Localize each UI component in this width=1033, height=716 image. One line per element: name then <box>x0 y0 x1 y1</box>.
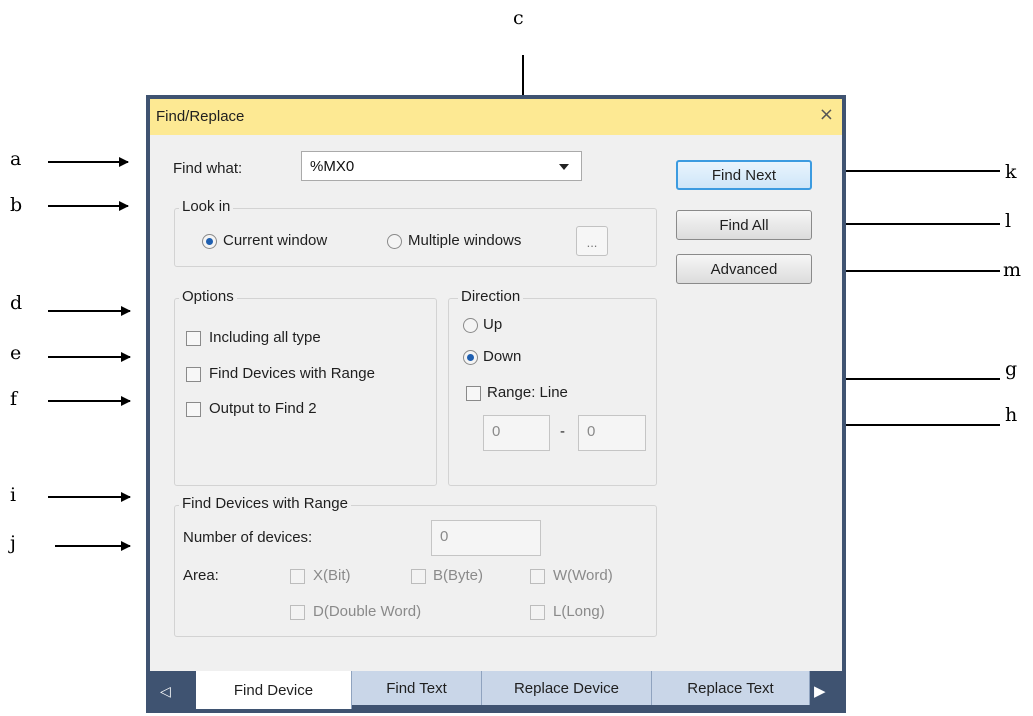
tab-replace-text[interactable]: Replace Text <box>652 671 810 705</box>
find-replace-dialog: Find/Replace × Find what: %MX0 Look in C… <box>146 95 846 713</box>
annotation-j: j <box>10 532 16 554</box>
tab-find-text[interactable]: Find Text <box>352 671 482 705</box>
number-of-devices-field[interactable]: 0 <box>431 520 541 556</box>
direction-down-radio[interactable] <box>463 350 478 365</box>
options-title: Options <box>179 288 237 305</box>
find-what-label: Find what: <box>173 160 243 177</box>
tab-find-device[interactable]: Find Device <box>196 671 352 709</box>
annotation-e: e <box>10 342 22 364</box>
close-icon[interactable]: × <box>819 104 834 125</box>
scroll-left-icon[interactable]: ◁ <box>160 684 171 700</box>
annotation-g: g <box>1005 358 1018 380</box>
find-what-combo[interactable]: %MX0 <box>301 151 582 181</box>
scroll-right-icon[interactable]: ▶ <box>814 682 826 700</box>
annotation-i: i <box>10 484 17 506</box>
range-to-field[interactable]: 0 <box>578 415 646 451</box>
annotation-h: h <box>1005 404 1018 426</box>
number-of-devices-label: Number of devices: <box>183 529 313 546</box>
d-double-word-label[interactable]: D(Double Word) <box>313 603 421 620</box>
tab-strip: ◁ Find Device Find Text Replace Device R… <box>150 671 842 709</box>
find-all-button[interactable]: Find All <box>676 210 812 240</box>
annotation-l: l <box>1005 210 1012 232</box>
annotation-k: k <box>1005 161 1017 183</box>
find-devices-with-range-checkbox[interactable] <box>186 367 201 382</box>
x-bit-label[interactable]: X(Bit) <box>313 567 351 584</box>
annotation-b: b <box>10 194 23 216</box>
current-window-label[interactable]: Current window <box>223 232 327 249</box>
find-devices-with-range-label[interactable]: Find Devices with Range <box>209 365 375 382</box>
area-label: Area: <box>183 567 219 584</box>
direction-up-label[interactable]: Up <box>483 316 502 333</box>
range-line-checkbox[interactable] <box>466 386 481 401</box>
direction-up-radio[interactable] <box>463 318 478 333</box>
annotation-f: f <box>10 388 18 410</box>
chevron-down-icon[interactable] <box>559 164 569 170</box>
b-byte-label[interactable]: B(Byte) <box>433 567 483 584</box>
l-long-label[interactable]: L(Long) <box>553 603 605 620</box>
including-all-type-label[interactable]: Including all type <box>209 329 321 346</box>
range-to-value: 0 <box>587 423 596 440</box>
range-from-value: 0 <box>492 423 501 440</box>
advanced-button[interactable]: Advanced <box>676 254 812 284</box>
output-to-find2-checkbox[interactable] <box>186 402 201 417</box>
find-next-button[interactable]: Find Next <box>676 160 812 190</box>
find-what-value: %MX0 <box>310 158 355 175</box>
output-to-find2-label[interactable]: Output to Find 2 <box>209 400 317 417</box>
w-word-label[interactable]: W(Word) <box>553 567 613 584</box>
w-word-checkbox[interactable] <box>530 569 545 584</box>
annotation-m: m <box>1003 259 1022 281</box>
b-byte-checkbox[interactable] <box>411 569 426 584</box>
range-dash: - <box>560 423 565 440</box>
browse-windows-button[interactable]: ... <box>576 226 608 256</box>
l-long-checkbox[interactable] <box>530 605 545 620</box>
dialog-title: Find/Replace <box>156 108 245 125</box>
multiple-windows-radio[interactable] <box>387 234 402 249</box>
x-bit-checkbox[interactable] <box>290 569 305 584</box>
number-of-devices-value: 0 <box>440 528 449 545</box>
tab-replace-device[interactable]: Replace Device <box>482 671 652 705</box>
range-line-label[interactable]: Range: Line <box>487 384 568 401</box>
d-double-word-checkbox[interactable] <box>290 605 305 620</box>
direction-down-label[interactable]: Down <box>483 348 521 365</box>
dialog-body: Find what: %MX0 Look in Current window M… <box>150 135 842 671</box>
including-all-type-checkbox[interactable] <box>186 331 201 346</box>
annotation-d: d <box>10 292 23 314</box>
direction-title: Direction <box>458 288 524 305</box>
annotation-c: c <box>513 7 524 29</box>
title-bar[interactable]: Find/Replace × <box>150 99 842 135</box>
options-group <box>174 298 437 486</box>
current-window-radio[interactable] <box>202 234 217 249</box>
range-group-title: Find Devices with Range <box>179 495 351 512</box>
look-in-title: Look in <box>179 198 234 215</box>
multiple-windows-label[interactable]: Multiple windows <box>408 232 521 249</box>
annotation-a: a <box>10 148 22 170</box>
range-from-field[interactable]: 0 <box>483 415 550 451</box>
